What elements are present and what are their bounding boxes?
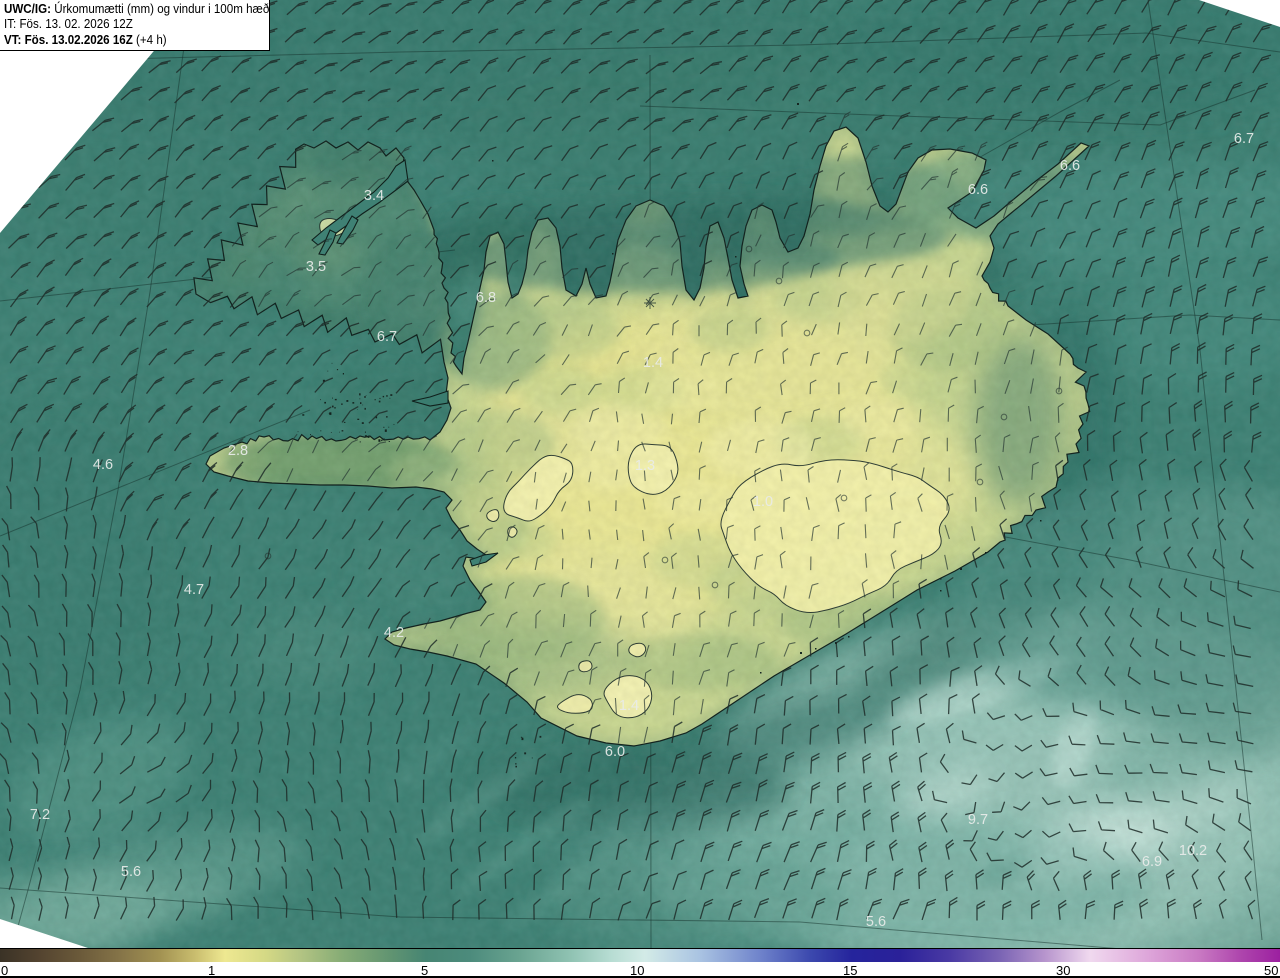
svg-text:5.6: 5.6	[121, 864, 141, 880]
svg-text:1.0: 1.0	[753, 494, 773, 510]
svg-text:6.7: 6.7	[377, 329, 397, 345]
svg-text:10.2: 10.2	[1179, 843, 1207, 859]
svg-text:1.4: 1.4	[643, 355, 663, 371]
svg-text:2.8: 2.8	[228, 443, 248, 459]
svg-text:6.9: 6.9	[1142, 854, 1162, 870]
svg-text:9.7: 9.7	[968, 812, 988, 828]
svg-text:4.6: 4.6	[93, 457, 113, 473]
svg-text:6.7: 6.7	[1234, 131, 1254, 147]
svg-text:6.8: 6.8	[476, 290, 496, 306]
svg-text:4.2: 4.2	[384, 625, 404, 641]
svg-text:1.3: 1.3	[635, 458, 655, 474]
svg-text:3.4: 3.4	[364, 188, 384, 204]
svg-text:5.6: 5.6	[866, 914, 886, 930]
svg-text:1.4: 1.4	[619, 698, 639, 714]
svg-text:6.0: 6.0	[605, 744, 625, 760]
svg-text:7.2: 7.2	[30, 807, 50, 823]
svg-text:4.7: 4.7	[184, 582, 204, 598]
svg-text:3.5: 3.5	[306, 259, 326, 275]
svg-text:6.6: 6.6	[968, 182, 988, 198]
svg-text:6.6: 6.6	[1060, 158, 1080, 174]
